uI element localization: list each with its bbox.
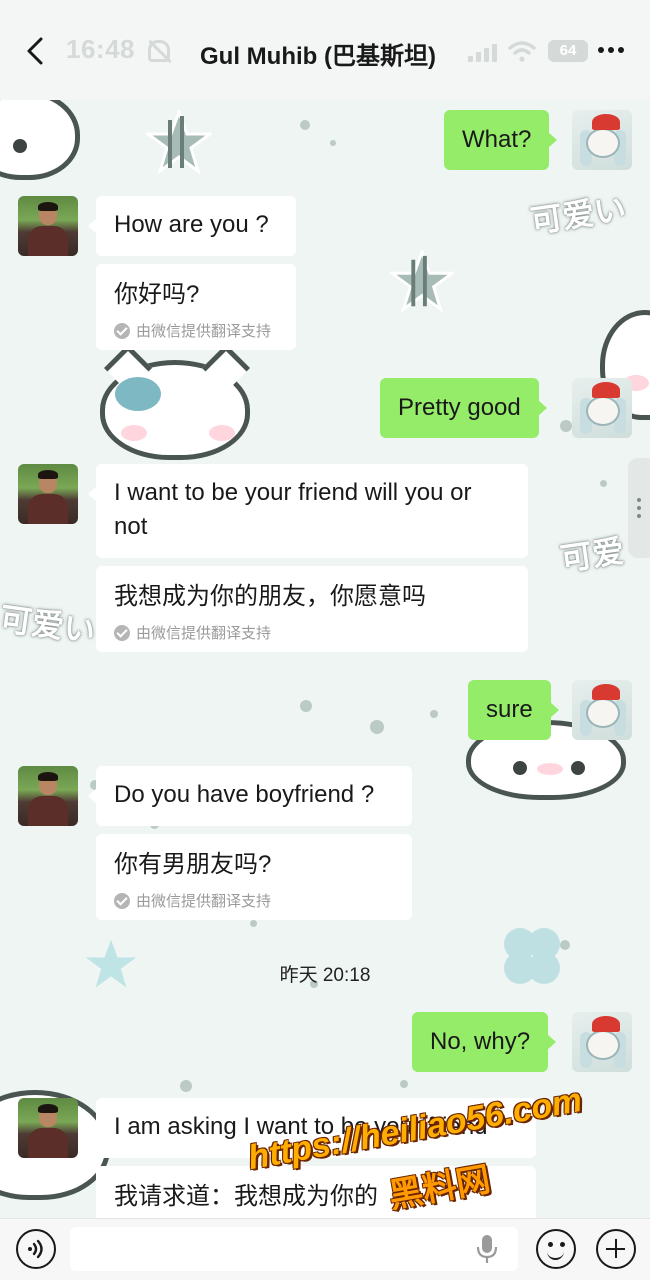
cat-sticker-decoration <box>100 343 251 460</box>
message-timestamp: 昨天 20:18 <box>279 965 371 986</box>
message-bubble[interactable]: How are you ? <box>88 196 296 256</box>
emoji-button[interactable] <box>536 1229 576 1269</box>
translation-box: 你好吗? 由微信提供翻译支持 <box>96 264 296 350</box>
muted-bell-icon <box>148 40 170 62</box>
back-icon <box>27 37 43 65</box>
message-bubble[interactable]: Pretty good <box>380 378 547 438</box>
translation-text: 你好吗? <box>114 281 200 308</box>
my-avatar[interactable] <box>572 110 632 170</box>
translation-box: 你有男朋友吗? 由微信提供翻译支持 <box>96 834 412 920</box>
friend-avatar[interactable] <box>18 1098 78 1158</box>
check-icon <box>114 624 130 641</box>
translation-note: 由微信提供翻译支持 <box>114 622 510 643</box>
mic-icon[interactable] <box>476 1233 498 1265</box>
more-button[interactable] <box>594 40 628 60</box>
sticker-text: 可爱い <box>528 189 629 241</box>
message-input[interactable] <box>70 1227 518 1271</box>
my-avatar[interactable] <box>572 680 632 740</box>
star-decoration <box>146 110 212 174</box>
my-avatar[interactable] <box>572 378 632 438</box>
message-bubble[interactable]: What? <box>444 110 558 170</box>
more-actions-button[interactable] <box>596 1229 636 1269</box>
star-decoration <box>390 250 454 312</box>
status-time: 16:48 <box>66 34 135 64</box>
friend-avatar[interactable] <box>18 464 78 524</box>
check-icon <box>114 892 130 909</box>
friend-avatar[interactable] <box>18 766 78 826</box>
message-bubble[interactable]: sure <box>468 680 559 740</box>
check-icon <box>114 322 130 339</box>
signal-icon <box>468 44 497 62</box>
battery-icon: 64 <box>548 40 588 62</box>
input-bar <box>0 1218 650 1280</box>
chat-header: 16:48 Gul Muhib (巴基斯坦) 64 <box>0 0 650 100</box>
message-bubble[interactable]: No, why? <box>412 1012 557 1072</box>
voice-icon <box>28 1239 43 1259</box>
sticker-text: 可爱い <box>0 599 98 651</box>
translation-note: 由微信提供翻译支持 <box>114 320 278 341</box>
voice-button[interactable] <box>16 1229 56 1269</box>
side-drawer-handle[interactable] <box>628 458 650 558</box>
message-bubble[interactable]: Do you have boyfriend ? <box>88 766 412 826</box>
translation-box: 我想成为你的朋友，你愿意吗 由微信提供翻译支持 <box>96 566 528 652</box>
more-icon <box>598 47 604 53</box>
cat-sticker-decoration <box>0 90 80 180</box>
chat-title: Gul Muhib (巴基斯坦) <box>200 43 436 70</box>
back-button[interactable] <box>20 34 50 68</box>
my-avatar[interactable] <box>572 1012 632 1072</box>
friend-avatar[interactable] <box>18 196 78 256</box>
sticker-text: 可爱 <box>557 531 627 579</box>
translation-text: 我想成为你的朋友，你愿意吗 <box>114 583 426 610</box>
wifi-icon <box>508 41 536 62</box>
translation-text: 你有男朋友吗? <box>114 851 272 878</box>
message-bubble[interactable]: I want to be your friend will you or not <box>88 464 528 558</box>
translation-note: 由微信提供翻译支持 <box>114 890 394 911</box>
